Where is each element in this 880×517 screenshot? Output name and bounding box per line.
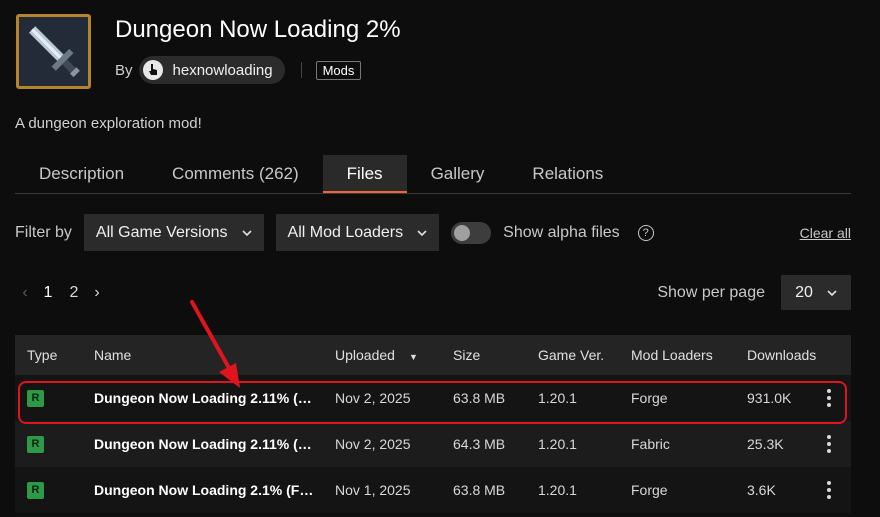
kebab-menu-icon[interactable] [827,481,831,499]
project-tabs: Description Comments (262) Files Gallery… [15,155,851,194]
toggle-knob [454,224,471,241]
file-size: 64.3 MB [453,436,506,452]
per-page-select[interactable]: 20 [781,275,851,310]
help-icon[interactable]: ? [637,224,654,241]
header-name[interactable]: Name [94,347,319,363]
file-mod-loader: Forge [631,482,668,498]
chevron-down-icon [417,229,427,236]
tab-files[interactable]: Files [322,155,407,193]
kebab-menu-icon[interactable] [827,435,831,453]
tab-relations[interactable]: Relations [508,155,627,193]
header-size[interactable]: Size [453,347,480,363]
file-game-version: 1.20.1 [538,482,577,498]
header-uploaded[interactable]: Uploaded ▼ [335,347,418,363]
chevron-down-icon [241,229,252,236]
table-row[interactable]: R Dungeon Now Loading 2.11% (Fabric) Nov… [15,421,851,467]
author-name: hexnowloading [172,61,273,79]
sort-desc-icon: ▼ [408,352,418,362]
release-type-badge: R [27,389,44,407]
category-tag[interactable]: Mods [315,60,362,80]
by-label: By [115,61,133,79]
project-logo [16,14,91,89]
mod-loader-select[interactable]: All Mod Loaders [275,214,440,251]
project-summary: A dungeon exploration mod! [15,115,202,132]
game-version-select[interactable]: All Game Versions [83,214,264,251]
byline: By hexnowloading Mods [115,56,401,84]
game-version-value: All Game Versions [95,223,228,241]
file-mod-loader: Fabric [631,436,670,452]
mod-loader-value: All Mod Loaders [287,223,404,241]
show-alpha-label: Show alpha files [503,223,620,241]
per-page-label: Show per page [657,283,765,301]
kebab-menu-icon[interactable] [827,389,831,407]
table-row[interactable]: R Dungeon Now Loading 2.1% (Forge) Nov 1… [15,467,851,513]
chevron-down-icon [827,289,837,296]
page-1-button[interactable]: 1 [35,284,61,302]
file-game-version: 1.20.1 [538,390,577,406]
file-name-link[interactable]: Dungeon Now Loading 2.11% (Fabric) [94,436,319,452]
show-alpha-toggle[interactable] [451,221,492,244]
clear-all-link[interactable]: Clear all [800,225,851,241]
pagination: ‹ 1 2 › Show per page 20 [15,275,851,310]
filter-label: Filter by [15,223,72,241]
file-name-link[interactable]: Dungeon Now Loading 2.1% (Forge) [94,482,319,498]
release-type-badge: R [27,481,44,499]
prev-page-button[interactable]: ‹ [15,284,35,302]
tab-description[interactable]: Description [15,155,148,193]
file-name-link[interactable]: Dungeon Now Loading 2.11% (Forge) [94,390,319,406]
header-game-version[interactable]: Game Ver. [538,347,604,363]
release-type-badge: R [27,435,44,453]
file-uploaded: Nov 2, 2025 [335,436,411,452]
files-table: Type Name Uploaded ▼ Size Game Ver. Mod L… [15,335,851,513]
table-row[interactable]: R Dungeon Now Loading 2.11% (Forge) Nov … [15,375,851,421]
tab-comments[interactable]: Comments (262) [148,155,323,193]
page-2-button[interactable]: 2 [61,284,87,302]
file-game-version: 1.20.1 [538,436,577,452]
header-mod-loaders[interactable]: Mod Loaders [631,347,713,363]
file-mod-loader: Forge [631,390,668,406]
file-filters: Filter by All Game Versions All Mod Load… [15,214,851,251]
file-size: 63.8 MB [453,390,506,406]
table-header: Type Name Uploaded ▼ Size Game Ver. Mod L… [15,335,851,375]
header-uploaded-label: Uploaded [335,347,395,363]
header-downloads[interactable]: Downloads [747,347,816,363]
project-header: Dungeon Now Loading 2% By hexnowloading … [16,14,401,89]
tab-gallery[interactable]: Gallery [407,155,509,193]
project-title: Dungeon Now Loading 2% [115,16,401,43]
cursor-hand-icon [142,60,163,80]
file-uploaded: Nov 1, 2025 [335,482,411,498]
file-uploaded: Nov 2, 2025 [335,390,411,406]
file-downloads: 931.0K [747,390,792,406]
byline-divider [300,62,302,78]
author-link[interactable]: hexnowloading [138,56,285,84]
file-size: 63.8 MB [453,482,506,498]
next-page-button[interactable]: › [87,284,107,302]
header-type[interactable]: Type [27,347,57,363]
per-page-value: 20 [795,283,813,301]
file-downloads: 3.6K [747,482,776,498]
pixel-sword-icon [19,17,88,86]
file-downloads: 25.3K [747,436,784,452]
